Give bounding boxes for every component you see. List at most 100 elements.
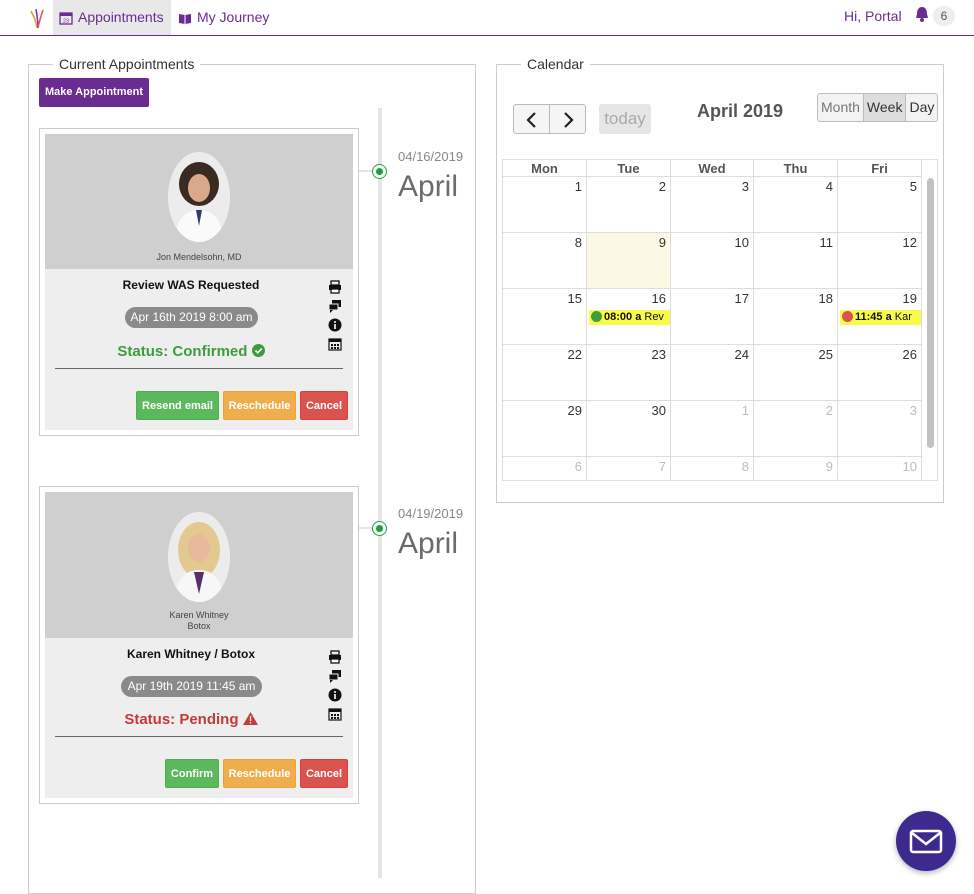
cancel-button[interactable]: Cancel (300, 391, 348, 420)
day-number: 2 (658, 179, 666, 194)
day-number: 15 (567, 291, 582, 306)
timeline-month: April (398, 527, 459, 560)
calendar-day-cell[interactable]: 6 (503, 457, 587, 481)
cancel-button[interactable]: Cancel (300, 759, 348, 788)
calendar-day-cell[interactable]: 26 (838, 345, 922, 401)
calendar-day-cell[interactable]: 10 (671, 233, 754, 289)
confirm-button[interactable]: Confirm (165, 759, 219, 788)
day-number: 1 (574, 179, 582, 194)
calendar-day-cell[interactable]: 8 (671, 457, 754, 481)
calendar-day-cell[interactable]: 18 (754, 289, 838, 345)
event-status-icon (591, 311, 602, 322)
day-number: 30 (651, 403, 666, 418)
day-number: 19 (902, 291, 917, 306)
make-appointment-button[interactable]: Make Appointment (39, 78, 149, 107)
calendar-event[interactable]: 11:45 a Kar (840, 310, 921, 325)
weekday-header: Wed (671, 160, 754, 177)
event-time: 11:45 a (855, 311, 892, 323)
timeline-dot (373, 165, 386, 178)
print-icon[interactable] (328, 650, 342, 664)
calendar-scrollbar[interactable] (927, 178, 934, 448)
calendar-icon: 23 (59, 11, 73, 25)
info-icon[interactable] (328, 318, 342, 332)
calendar-day-cell[interactable]: 12 (838, 233, 922, 289)
calendar-day-cell[interactable]: 3 (671, 177, 754, 233)
reschedule-button[interactable]: Reschedule (223, 759, 296, 788)
current-appointments-legend: Current Appointments (53, 56, 201, 72)
comments-icon[interactable] (328, 669, 342, 683)
envelope-icon (909, 829, 943, 854)
day-number: 10 (734, 235, 749, 250)
divider (55, 368, 343, 369)
calendar-day-cell[interactable]: 9 (754, 457, 838, 481)
calendar-day-cell[interactable]: 7 (587, 457, 671, 481)
logo-icon[interactable] (28, 7, 48, 29)
calendar-day-cell[interactable]: 1 (671, 401, 754, 457)
resend-email-button[interactable]: Resend email (136, 391, 219, 420)
calendar-day-cell[interactable]: 29 (503, 401, 587, 457)
user-greeting[interactable]: Hi, Portal (844, 8, 902, 24)
calendar-day-cell[interactable]: 22 (503, 345, 587, 401)
day-number: 18 (818, 291, 833, 306)
nav-appointments[interactable]: 23 Appointments (53, 0, 171, 35)
calendar-day-cell[interactable]: 24 (671, 345, 754, 401)
weekday-header: Fri (838, 160, 922, 177)
info-icon[interactable] (328, 688, 342, 702)
provider-name: Karen Whitney (169, 610, 229, 620)
nav-my-journey[interactable]: My Journey (172, 0, 282, 35)
calendar-day-cell[interactable]: 9 (587, 233, 671, 289)
next-month-button[interactable] (549, 104, 586, 134)
calendar-day-cell[interactable]: 8 (503, 233, 587, 289)
svg-text:23: 23 (63, 18, 69, 24)
calendar-day-cell[interactable]: 23 (587, 345, 671, 401)
calendar-day-cell[interactable]: 15 (503, 289, 587, 345)
timeline-date: 04/19/2019 (398, 506, 464, 521)
check-circle-icon (251, 344, 265, 357)
day-number: 3 (909, 403, 917, 418)
comments-icon[interactable] (328, 299, 342, 313)
status-text: Status: Confirmed (117, 343, 248, 360)
appointment-title: Karen Whitney / Botox (126, 647, 255, 661)
day-number: 26 (902, 347, 917, 362)
calendar-day-cell[interactable]: 10 (838, 457, 922, 481)
prev-month-button[interactable] (513, 104, 550, 134)
calendar-day-cell[interactable]: 5 (838, 177, 922, 233)
appointment-card: Jon Mendelsohn, MD Review WAS Requested … (39, 128, 359, 436)
calendar-day-cell[interactable]: 25 (754, 345, 838, 401)
bell-icon[interactable] (913, 5, 931, 23)
messages-button[interactable] (896, 811, 956, 871)
calendar-day-cell[interactable]: 4 (754, 177, 838, 233)
view-switcher: Month Week Day (817, 93, 939, 122)
today-button[interactable]: today (599, 104, 651, 134)
calendar-day-cell[interactable]: 17 (671, 289, 754, 345)
day-number: 1 (741, 403, 749, 418)
calendar-day-cell[interactable]: 11 (754, 233, 838, 289)
chevron-left-icon (526, 112, 536, 128)
appointment-status: Status: Pending (45, 711, 337, 728)
event-title: Kar (894, 311, 912, 323)
view-week-button[interactable]: Week (863, 94, 907, 121)
reschedule-button[interactable]: Reschedule (223, 391, 296, 420)
day-number: 10 (902, 459, 917, 474)
calendar-event[interactable]: 08:00 a Rev (589, 310, 670, 325)
calendar-day-cell[interactable]: 1 (503, 177, 587, 233)
appointment-datetime: Apr 16th 2019 8:00 am (125, 307, 258, 328)
day-number: 5 (909, 179, 917, 194)
provider-avatar (168, 512, 230, 602)
calendar-day-cell[interactable]: 2 (754, 401, 838, 457)
print-icon[interactable] (328, 280, 342, 294)
weekday-header: Thu (754, 160, 838, 177)
day-number: 9 (825, 459, 833, 474)
day-number: 11 (819, 235, 834, 250)
provider-service: Botox (187, 621, 211, 631)
appointment-datetime: Apr 19th 2019 11:45 am (121, 676, 262, 697)
timeline-dot (373, 522, 386, 535)
event-title: Rev (644, 311, 664, 323)
calendar-day-cell[interactable]: 30 (587, 401, 671, 457)
calendar-day-cell[interactable]: 2 (587, 177, 671, 233)
appointment-status: Status: Confirmed (45, 343, 337, 360)
view-day-button[interactable]: Day (906, 94, 938, 121)
calendar-day-cell[interactable]: 3 (838, 401, 922, 457)
notification-badge[interactable]: 6 (933, 6, 955, 26)
view-month-button[interactable]: Month (818, 94, 864, 121)
